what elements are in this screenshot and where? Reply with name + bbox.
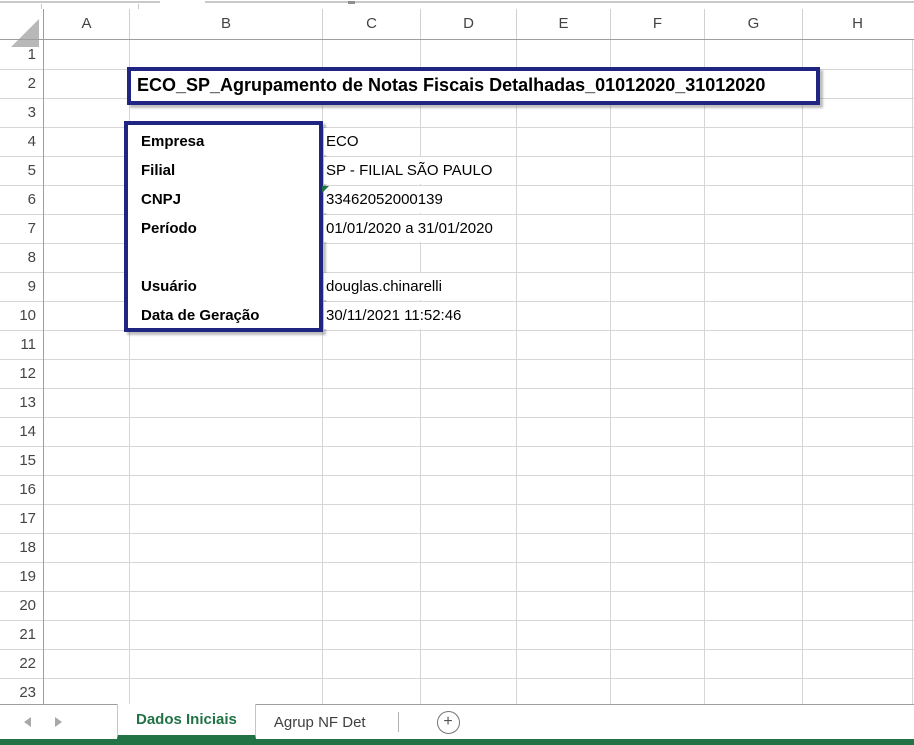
row-header-12[interactable]: 12 (0, 359, 43, 388)
header-bottom-border (0, 39, 914, 40)
column-header-G[interactable]: G (704, 9, 802, 39)
divider (0, 1, 160, 3)
row-header-10[interactable]: 10 (0, 301, 43, 330)
column-header-A[interactable]: A (43, 9, 129, 39)
tab-label: Dados Iniciais (136, 711, 237, 728)
gridline (802, 40, 803, 704)
column-header-H[interactable]: H (802, 9, 912, 39)
column-header-B[interactable]: B (129, 9, 322, 39)
gridline (0, 678, 914, 679)
cell-label-4[interactable]: Empresa (141, 127, 204, 156)
row-header-9[interactable]: 9 (0, 272, 43, 301)
row-header-5[interactable]: 5 (0, 156, 43, 185)
plus-circle-icon: + (443, 713, 453, 730)
status-bar (0, 739, 914, 745)
row-header-8[interactable]: 8 (0, 243, 43, 272)
cell-value-7[interactable]: 01/01/2020 a 31/01/2020 (324, 215, 498, 242)
sheet-nav (0, 705, 117, 739)
gridline (0, 620, 914, 621)
column-headers: ABCDEFGH (0, 9, 914, 40)
spreadsheet-window: ABCDEFGH 1 2 3 4 5 6 7 8 9 10 11 12 13 14 15 16 17 18 19 20… (0, 0, 914, 745)
divider (348, 1, 355, 4)
tab-agrup-nf-det[interactable]: Agrup NF Det (256, 705, 384, 739)
row-header-13[interactable]: 13 (0, 388, 43, 417)
divider (205, 1, 914, 3)
gridline (516, 40, 517, 704)
column-header-D[interactable]: D (420, 9, 516, 39)
row-header-18[interactable]: 18 (0, 533, 43, 562)
row-header-22[interactable]: 22 (0, 649, 43, 678)
cell-value-6[interactable]: 33462052000139 (324, 186, 448, 213)
gridline (610, 40, 611, 704)
row-header-4[interactable]: 4 (0, 127, 43, 156)
column-header-C[interactable]: C (322, 9, 420, 39)
row-header-6[interactable]: 6 (0, 185, 43, 214)
column-header-E[interactable]: E (516, 9, 610, 39)
gridline (0, 562, 914, 563)
gridline (0, 504, 914, 505)
cell-value-4[interactable]: ECO (324, 128, 364, 155)
column-header-F[interactable]: F (610, 9, 704, 39)
cell-value-5[interactable]: SP - FILIAL SÃO PAULO (324, 157, 498, 184)
sheet-tab-bar: Dados Iniciais Agrup NF Det + (0, 704, 914, 739)
gridline (0, 388, 914, 389)
row-header-15[interactable]: 15 (0, 446, 43, 475)
cell-label-10[interactable]: Data de Geração (141, 301, 259, 330)
gridline (0, 591, 914, 592)
tab-label: Agrup NF Det (273, 713, 366, 731)
gridline (0, 649, 914, 650)
tab-dados-iniciais[interactable]: Dados Iniciais (117, 704, 256, 739)
row-header-17[interactable]: 17 (0, 504, 43, 533)
report-title: ECO_SP_Agrupamento de Notas Fiscais Deta… (137, 75, 766, 95)
row-header-11[interactable]: 11 (0, 330, 43, 359)
error-indicator-triangle-icon (322, 186, 329, 193)
row-header-3[interactable]: 3 (0, 98, 43, 127)
row-header-21[interactable]: 21 (0, 620, 43, 649)
row-header-16[interactable]: 16 (0, 475, 43, 504)
gridline (0, 475, 914, 476)
title-box-shape[interactable]: ECO_SP_Agrupamento de Notas Fiscais Deta… (127, 67, 820, 105)
gridline (0, 417, 914, 418)
row-header-7[interactable]: 7 (0, 214, 43, 243)
row-header-1[interactable]: 1 (0, 40, 43, 69)
gridline (0, 446, 914, 447)
cell-value-9[interactable]: douglas.chinarelli (324, 273, 447, 300)
row-header-19[interactable]: 19 (0, 562, 43, 591)
next-sheet-arrow-icon[interactable] (55, 717, 62, 727)
gridline (704, 40, 705, 704)
gridline (0, 533, 914, 534)
prev-sheet-arrow-icon[interactable] (24, 717, 31, 727)
row-header-2[interactable]: 2 (0, 69, 43, 98)
formula-bar-remnant (0, 0, 914, 9)
cell-label-5[interactable]: Filial (141, 156, 175, 185)
row-header-20[interactable]: 20 (0, 591, 43, 620)
gridline (420, 40, 421, 704)
cell-label-6[interactable]: CNPJ (141, 185, 181, 214)
gridline (912, 40, 913, 704)
row-header-23[interactable]: 23 (0, 678, 43, 707)
cell-label-9[interactable]: Usuário (141, 272, 197, 301)
tab-separator (397, 712, 399, 732)
row-header-right-border (43, 9, 44, 704)
gridline (0, 359, 914, 360)
cell-value-10[interactable]: 30/11/2021 11:52:46 (324, 302, 467, 329)
add-sheet-button[interactable]: + (436, 710, 460, 734)
cell-label-7[interactable]: Período (141, 214, 197, 243)
row-header-14[interactable]: 14 (0, 417, 43, 446)
